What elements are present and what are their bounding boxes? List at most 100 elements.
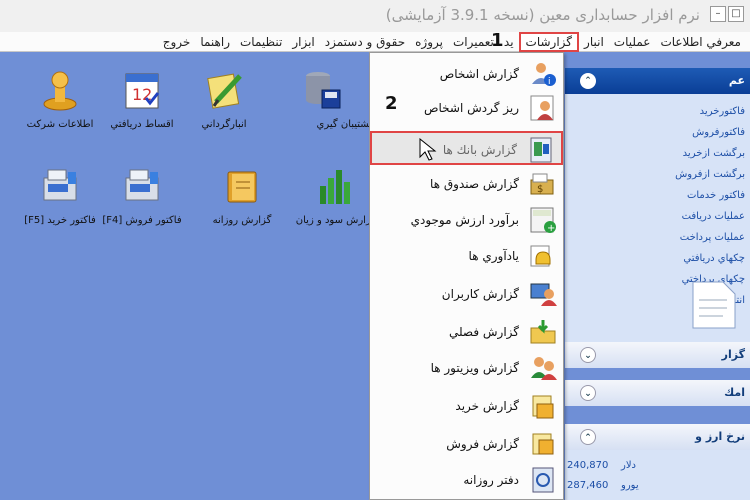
menu-tools[interactable]: ابزار <box>287 32 319 52</box>
menu-item-seasonal-report[interactable]: گزارش فصلي <box>370 315 563 349</box>
panel-link[interactable]: فاكتور خدمات <box>687 190 745 201</box>
desktop-icon-sales-invoice[interactable]: فاكتور فروش [F4] <box>92 164 192 226</box>
panel-link[interactable]: عمليات پرداخت <box>680 232 745 243</box>
currency-value: 287,460 <box>567 480 609 491</box>
menu-item-label: ريز گردش اشخاص <box>423 101 519 115</box>
menu-item-persons-turnover[interactable]: ريز گردش اشخاص <box>370 91 563 125</box>
desktop-icon-label: گزارش روزانه <box>212 215 272 226</box>
currency-name: دلار <box>621 460 636 471</box>
notepad-pencil-icon <box>207 73 242 109</box>
users-monitor-icon <box>530 283 557 306</box>
panel-link[interactable]: برگشت ازفروش <box>675 169 745 180</box>
minimize-button[interactable]: – <box>710 6 726 22</box>
step-2-badge: 2 <box>385 93 398 114</box>
window-title: نرم افزار حسابداری معین (نسخه 3.9.1 آزما… <box>385 6 700 24</box>
stamp-icon <box>43 71 77 111</box>
bank-icon <box>530 137 552 163</box>
svg-text:$: $ <box>537 184 543 195</box>
step-1-badge: 1 <box>491 30 504 51</box>
title-bar: نرم افزار حسابداری معین (نسخه 3.9.1 آزما… <box>0 0 750 32</box>
cash-register-icon <box>125 169 159 201</box>
menu-item-sales-report[interactable]: گزارش فروش <box>370 427 563 461</box>
menu-define-info[interactable]: معرفي اطلاعات <box>655 32 746 52</box>
panel-header-facilities[interactable]: امك ⌄ <box>565 380 750 406</box>
cash-register-icon <box>43 169 77 201</box>
currency-name: يورو <box>621 480 639 491</box>
daybook-icon <box>532 467 554 493</box>
purchase-report-icon <box>532 395 554 419</box>
menu-item-daybook[interactable]: دفتر روزانه <box>370 463 563 497</box>
menu-reports[interactable]: گزارشات <box>518 31 580 52</box>
panel-header-operations[interactable]: عم ⌃ <box>565 68 750 94</box>
menu-item-banks-report[interactable]: گزارش بانك ها <box>370 131 563 165</box>
calculator-icon: + <box>530 207 556 234</box>
panel-link[interactable]: چكهاي دريافتي <box>683 253 745 264</box>
collapse-icon[interactable]: ⌃ <box>580 73 596 89</box>
menu-item-users-report[interactable]: گزارش كاربران <box>370 277 563 311</box>
panel-header-label: نرخ ارز و <box>695 430 745 443</box>
panel-link[interactable]: فاكتورفروش <box>692 127 745 138</box>
panel-header-exchange[interactable]: نرخ ارز و ⌃ <box>565 424 750 450</box>
menu-item-reminders[interactable]: يادآوري ها <box>370 239 563 273</box>
menu-item-label: گزارش خريد <box>455 399 519 413</box>
reminder-bell-icon <box>530 245 551 267</box>
task-panel: عم ⌃ فاكتورخريد فاكتورفروش برگشت ازخريد … <box>565 62 750 500</box>
menu-operations[interactable]: عمليات <box>609 32 656 52</box>
panel-header-label: عم <box>728 74 745 87</box>
database-backup-icon <box>306 72 341 109</box>
menu-warehouse[interactable]: انبار <box>579 32 609 52</box>
folder-arrow-icon <box>530 320 556 344</box>
panel-body-exchange: 240,870 دلار 287,460 يورو <box>565 450 750 500</box>
menu-item-label: گزارش بانك ها <box>442 143 517 157</box>
expand-icon[interactable]: ⌄ <box>580 347 596 363</box>
book-icon <box>227 171 257 203</box>
maximize-button[interactable]: □ <box>728 6 744 22</box>
visitors-icon <box>531 357 557 380</box>
mouse-cursor-icon <box>419 138 437 161</box>
cash-box-icon: $ <box>530 173 554 195</box>
person-document-icon <box>530 95 554 121</box>
desktop-icon-label: فاكتور فروش [F4] <box>102 215 182 226</box>
desktop-icon-label: پشتيبان گيري <box>316 119 372 130</box>
panel-header-label: امك <box>724 386 745 399</box>
collapse-icon[interactable]: ⌃ <box>580 429 596 445</box>
currency-value: 240,870 <box>567 460 609 471</box>
panel-body-operations: فاكتورخريد فاكتورفروش برگشت ازخريد برگشت… <box>565 94 750 348</box>
menu-payroll[interactable]: حقوق و دستمزد <box>320 32 410 52</box>
menu-item-inventory-valuation[interactable]: برآورد ارزش موجودي + <box>370 203 563 237</box>
desktop-icon-backup[interactable]: پشتيبان گيري <box>272 68 372 130</box>
menu-help[interactable]: راهنما <box>195 32 235 52</box>
svg-text:i: i <box>548 77 551 87</box>
menu-item-label: برآورد ارزش موجودي <box>410 213 519 227</box>
bar-chart-icon <box>320 170 350 204</box>
desktop-icon-inventory[interactable]: انبارگرداني <box>174 68 274 130</box>
document-icon <box>692 281 736 329</box>
menu-item-label: گزارش اشخاص <box>439 67 519 81</box>
menu-item-purchase-report[interactable]: گزارش خريد <box>370 389 563 423</box>
menu-bar: معرفي اطلاعات عمليات انبار گزارشات يد تع… <box>0 31 750 52</box>
menu-item-label: گزارش صندوق ها <box>430 177 519 191</box>
person-info-icon: i <box>532 63 556 87</box>
menu-item-label: گزارش فصلي <box>448 325 519 339</box>
panel-link[interactable]: فاكتورخريد <box>700 106 745 117</box>
menu-item-visitors-report[interactable]: گزارش ويزيتور ها <box>370 351 563 385</box>
sales-report-icon <box>532 433 554 455</box>
desktop-icon-label: انبارگرداني <box>201 119 247 130</box>
desktop-icon-daily-report[interactable]: گزارش روزانه <box>192 164 292 226</box>
expand-icon[interactable]: ⌄ <box>580 385 596 401</box>
menu-item-label: گزارش فروش <box>446 437 519 451</box>
menu-item-label: گزارش كاربران <box>441 287 519 301</box>
menu-item-label: يادآوري ها <box>468 249 519 263</box>
menu-item-label: دفتر روزانه <box>463 473 519 487</box>
reports-dropdown-menu: گزارش اشخاص i ريز گردش اشخاص گزارش بانك … <box>369 52 564 500</box>
menu-item-label: گزارش ويزيتور ها <box>430 361 519 375</box>
panel-link[interactable]: عمليات دريافت <box>682 211 745 222</box>
menu-exit[interactable]: خروج <box>158 32 196 52</box>
menu-item-persons-report[interactable]: گزارش اشخاص i <box>370 57 563 91</box>
panel-link[interactable]: برگشت ازخريد <box>683 148 745 159</box>
panel-header-reports[interactable]: گزار ⌄ <box>565 342 750 368</box>
panel-header-label: گزار <box>721 348 745 361</box>
menu-settings[interactable]: تنظيمات <box>235 32 287 52</box>
menu-item-cashbox-report[interactable]: گزارش صندوق ها $ <box>370 167 563 201</box>
menu-project[interactable]: پروژه <box>410 32 448 52</box>
